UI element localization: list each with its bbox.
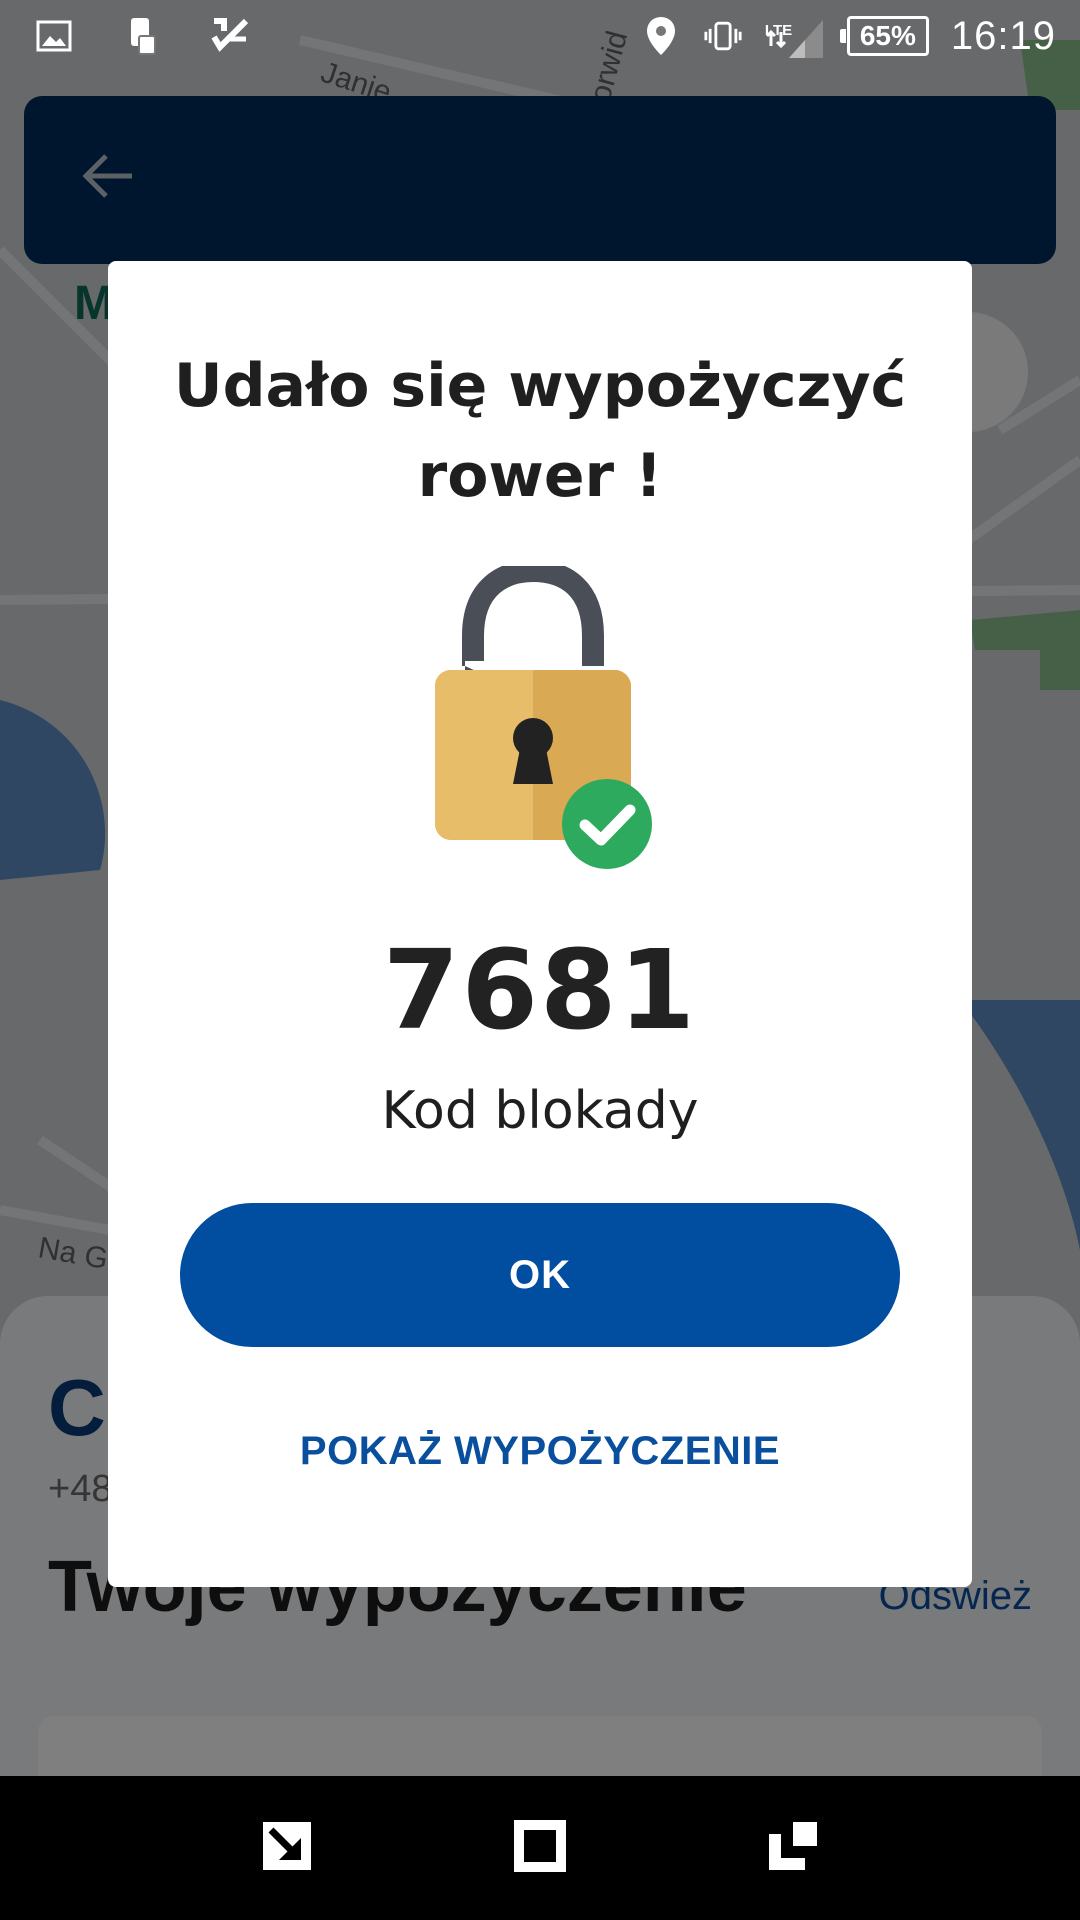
show-rental-button[interactable]: POKAŻ WYPOŻYCZENIE (180, 1411, 900, 1491)
navigation-bar (0, 1776, 1080, 1920)
checklist-icon (210, 16, 250, 56)
back-diagonal-icon (261, 1820, 313, 1877)
rental-success-dialog: Udało się wypożyczyć rower ! 7681 Kod bl… (108, 261, 972, 1587)
battery-indicator: 65% (839, 16, 929, 56)
dialog-title: Udało się wypożyczyć rower ! (173, 351, 907, 511)
signal-icon: LTE (765, 16, 825, 58)
recents-icon (767, 1820, 819, 1877)
location-icon (641, 16, 681, 56)
nav-home-button[interactable] (500, 1808, 580, 1888)
clock: 16:19 (950, 13, 1056, 58)
home-square-icon (513, 1819, 566, 1877)
nav-back-button[interactable] (247, 1808, 327, 1888)
status-bar: LTE 65% 16:19 (0, 0, 1080, 72)
ok-button[interactable]: OK (180, 1203, 900, 1347)
check-circle-icon (560, 777, 654, 871)
nav-recents-button[interactable] (753, 1808, 833, 1888)
vibrate-icon (703, 16, 743, 56)
lock-code-label: Kod blokady (381, 1081, 699, 1141)
lock-code: 7681 (382, 926, 698, 1054)
sim-card-icon (122, 16, 162, 56)
image-icon (34, 16, 74, 56)
